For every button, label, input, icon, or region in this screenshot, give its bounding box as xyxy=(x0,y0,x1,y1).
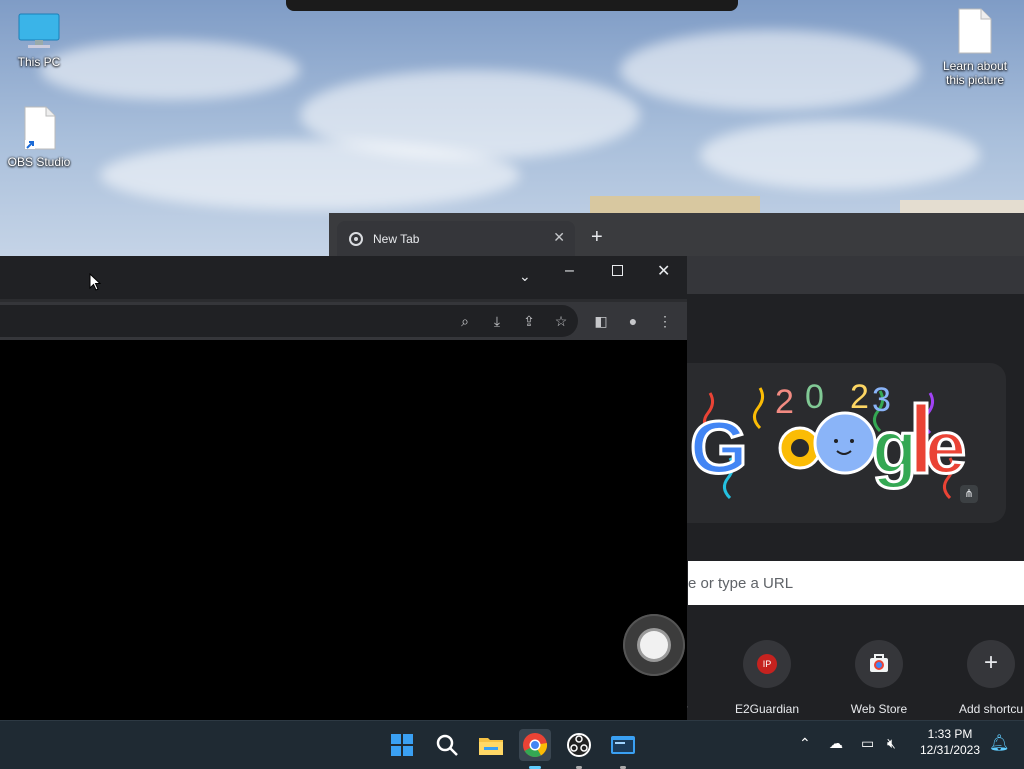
start-button[interactable] xyxy=(386,729,418,761)
svg-text:e: e xyxy=(925,406,966,489)
desktop-icon-obs-studio[interactable]: OBS Studio xyxy=(4,106,74,169)
terminal-icon xyxy=(611,736,635,754)
file-shortcut-icon xyxy=(24,106,56,150)
shortcut-add[interactable]: + Add shortcu xyxy=(936,640,1024,716)
shortcut-e2guardian[interactable]: IP E2Guardian xyxy=(712,640,822,716)
minimize-icon[interactable]: – xyxy=(565,262,574,280)
maximize-icon[interactable] xyxy=(612,265,623,276)
desktop-icon-label: Learn about this picture xyxy=(942,59,1008,87)
search-box[interactable]: e or type a URL xyxy=(688,561,1024,605)
title-bar[interactable]: ⌄ – ✕ xyxy=(0,256,687,299)
share-icon[interactable]: ⋔ xyxy=(960,485,978,503)
chevron-up-icon[interactable]: ⌃ xyxy=(799,735,811,752)
search-placeholder: e or type a URL xyxy=(688,575,794,592)
shortcut-tile: + xyxy=(967,640,1015,688)
tab-title: New Tab xyxy=(373,232,420,246)
onedrive-offline-icon[interactable]: ☁ xyxy=(829,735,843,752)
wallpaper-cloud xyxy=(620,30,920,110)
clock[interactable]: 1:33 PM 12/31/2023 xyxy=(912,726,988,758)
google-doodle[interactable]: 2 0 2 3 G g e ⋔ xyxy=(640,363,1006,523)
clock-date: 12/31/2023 xyxy=(919,743,981,757)
svg-text:0: 0 xyxy=(805,378,824,416)
close-icon[interactable]: ✕ xyxy=(553,229,565,246)
taskbar-chrome[interactable] xyxy=(519,729,551,769)
clock-time: 1:33 PM xyxy=(927,727,973,741)
volume-muted-icon[interactable]: 🔇︎ xyxy=(887,735,896,752)
svg-text:2: 2 xyxy=(850,378,869,416)
taskbar-file-explorer[interactable] xyxy=(475,729,507,761)
front-browser-window[interactable]: ⌄ – ✕ ⌕ ⤓ ⇪ ☆ ◧ ● ⋮ xyxy=(0,256,687,720)
shortcut-web-store[interactable]: Web Store xyxy=(824,640,934,716)
file-explorer-icon xyxy=(479,738,503,755)
svg-text:2: 2 xyxy=(775,383,794,421)
wallpaper-cloud xyxy=(40,40,300,100)
search-icon[interactable]: ⌕ xyxy=(456,312,474,330)
star-icon[interactable]: ☆ xyxy=(552,312,570,330)
plus-icon: + xyxy=(983,649,998,676)
desktop-icon-this-pc[interactable]: This PC xyxy=(4,12,74,69)
svg-text:g: g xyxy=(872,406,917,489)
file-icon xyxy=(958,8,992,54)
profile-icon[interactable]: ● xyxy=(624,312,642,330)
shortcut-label: Web Store xyxy=(850,702,908,716)
share-icon[interactable]: ⇪ xyxy=(520,312,538,330)
floating-record-button[interactable] xyxy=(623,614,685,676)
doodle-art: 2 0 2 3 G g e xyxy=(689,378,968,500)
tab-search-chevron-icon[interactable]: ⌄ xyxy=(519,268,531,285)
new-tab-button[interactable]: + xyxy=(591,227,603,247)
menu-icon[interactable]: ⋮ xyxy=(656,312,674,330)
address-bar[interactable]: ⌕ ⤓ ⇪ ☆ xyxy=(0,305,578,337)
taskbar-obs[interactable] xyxy=(563,729,595,769)
search-icon xyxy=(436,734,458,756)
desktop-icon-learn-about-picture[interactable]: Learn about this picture xyxy=(940,8,1010,87)
tab-new-tab[interactable]: New Tab ✕ xyxy=(337,221,575,256)
close-icon[interactable]: ✕ xyxy=(657,261,670,281)
chrome-icon xyxy=(349,232,363,246)
desktop-icon-label: This PC xyxy=(17,55,61,69)
shortcut-tile: IP xyxy=(743,640,791,688)
taskbar: ⌃ ☁ ▭ 🔇︎ 🔔︎ xyxy=(0,720,1024,769)
chrome-icon xyxy=(523,733,548,758)
network-icon[interactable]: ▭ xyxy=(861,735,874,752)
svg-text:G: G xyxy=(690,406,748,489)
ip-badge-icon: IP xyxy=(757,654,777,674)
shortcut-tile xyxy=(855,640,903,688)
notification-bell-icon[interactable]: 🔔︎ xyxy=(989,733,1009,753)
wallpaper-cloud xyxy=(100,140,520,210)
start-icon xyxy=(391,734,413,756)
screen-recorder-bar xyxy=(286,0,738,11)
desktop-icon-label: OBS Studio xyxy=(7,155,71,169)
web-store-icon xyxy=(870,654,888,672)
wallpaper-cloud xyxy=(700,120,980,190)
download-icon[interactable]: ⤓ xyxy=(488,312,506,330)
side-panel-icon[interactable]: ◧ xyxy=(592,312,610,330)
shortcut-label: Add shortcu xyxy=(958,702,1024,716)
browser-toolbar: ⌕ ⤓ ⇪ ☆ ◧ ● ⋮ xyxy=(0,299,687,340)
taskbar-terminal[interactable] xyxy=(607,729,639,769)
computer-icon xyxy=(18,13,60,48)
shortcut-label: E2Guardian xyxy=(734,702,800,716)
mouse-cursor-icon xyxy=(89,273,101,291)
obs-icon xyxy=(567,733,591,757)
taskbar-search-button[interactable] xyxy=(431,729,463,761)
tab-strip: New Tab ✕ + xyxy=(329,213,1024,256)
